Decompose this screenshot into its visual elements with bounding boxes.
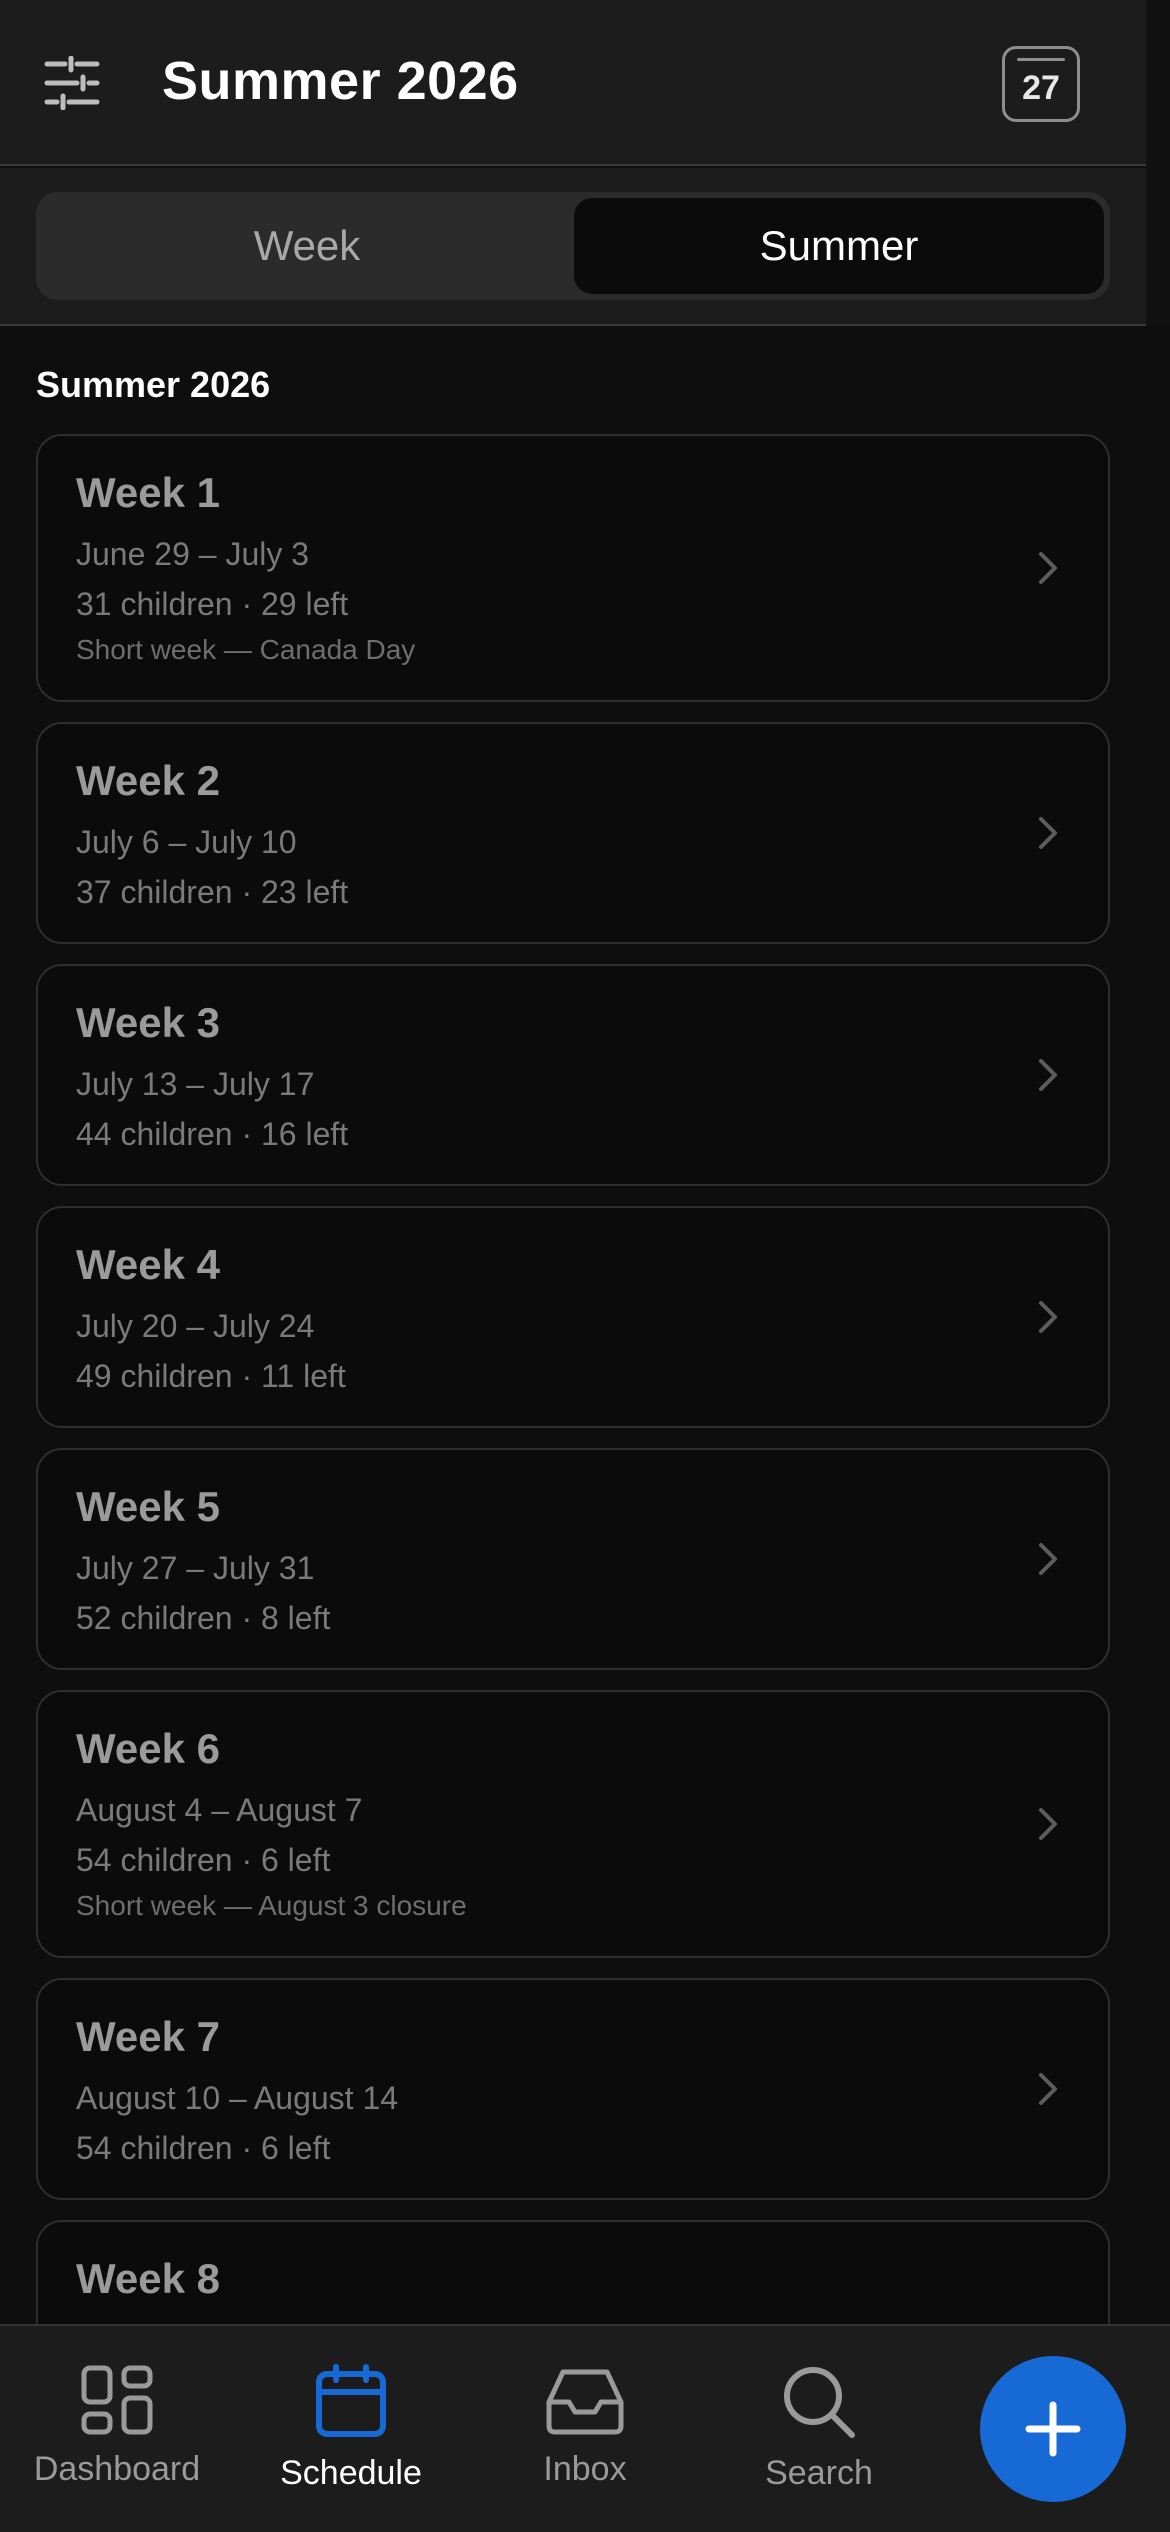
week-label: Week 5: [76, 1483, 220, 1530]
week-dates: July 6 – July 10: [76, 824, 297, 860]
week-dates: June 29 – July 3: [76, 536, 310, 572]
week-counts: 49 children · 11 left: [76, 1358, 346, 1394]
calendar-icon: [1017, 58, 1065, 61]
tab-search[interactable]: Search: [702, 2356, 936, 2506]
week-dates: August 10 – August 14: [76, 2080, 399, 2116]
week-note: Short week — August 3 closure: [76, 1890, 467, 1921]
calendar-icon: [316, 2364, 386, 2437]
week-dates: July 20 – July 24: [76, 1308, 315, 1344]
week-counts: 54 children · 6 left: [76, 1842, 331, 1878]
view-segmented-control: Week Summer: [36, 192, 1110, 300]
segment-summer[interactable]: Summer: [574, 198, 1104, 294]
chevron-right-icon: [1039, 1808, 1057, 1840]
today-date: 27: [1022, 69, 1060, 107]
week-card[interactable]: Week 3 July 13 – July 17 44 children · 1…: [36, 964, 1110, 1186]
week-label: Week 4: [76, 1241, 220, 1288]
week-counts: 54 children · 6 left: [76, 2130, 331, 2166]
week-counts: 52 children · 8 left: [76, 1600, 331, 1636]
week-label: Week 2: [76, 757, 220, 804]
tab-label: Dashboard: [33, 2450, 201, 2488]
week-label: Week 7: [76, 2013, 220, 2060]
tab-label: Search: [765, 2454, 873, 2492]
chevron-right-icon: [1039, 1301, 1057, 1333]
week-label: Week 8: [76, 2255, 220, 2302]
app-root: Summer 2026 27 Week Summer Summer 2026 W…: [0, 0, 1170, 2532]
week-dates: July 13 – July 17: [76, 1066, 315, 1102]
week-list: Week 1 June 29 – July 3 31 children · 29…: [36, 434, 1110, 2324]
sliders-icon: [44, 55, 100, 111]
week-label: Week 6: [76, 1725, 220, 1772]
tab-label: Schedule: [280, 2454, 422, 2492]
week-label: Week 1: [76, 469, 220, 516]
week-card[interactable]: Week 5 July 27 – July 31 52 children · 8…: [36, 1448, 1110, 1670]
scroll-track: [1146, 0, 1170, 325]
week-card[interactable]: Week 7 August 10 – August 14 54 children…: [36, 1978, 1110, 2200]
tab-inbox[interactable]: Inbox: [468, 2356, 702, 2506]
week-note: Short week — Canada Day: [76, 634, 416, 665]
week-card[interactable]: Week 1 June 29 – July 3 31 children · 29…: [36, 434, 1110, 702]
week-dates: July 27 – July 31: [76, 1550, 315, 1586]
grid-icon: [81, 2365, 153, 2435]
chevron-right-icon: [1039, 1543, 1057, 1575]
chevron-right-icon: [1039, 817, 1057, 849]
page-title: Summer 2026: [162, 51, 519, 111]
search-icon: [784, 2367, 855, 2438]
tab-dashboard[interactable]: Dashboard: [0, 2356, 234, 2506]
tab-schedule[interactable]: Schedule: [234, 2356, 468, 2506]
today-button[interactable]: 27: [1002, 46, 1080, 122]
chevron-right-icon: [1039, 2073, 1057, 2105]
week-card[interactable]: Week 2 July 6 – July 10 37 children · 23…: [36, 722, 1110, 944]
week-label: Week 3: [76, 999, 220, 1046]
add-button[interactable]: [980, 2356, 1126, 2502]
top-bar: Summer 2026 27: [0, 0, 1146, 166]
week-card[interactable]: Week 6 August 4 – August 7 54 children ·…: [36, 1690, 1110, 1958]
chevron-right-icon: [1039, 1059, 1057, 1091]
week-counts: 31 children · 29 left: [76, 586, 349, 622]
chevron-right-icon: [1039, 552, 1057, 584]
filter-button[interactable]: [44, 55, 100, 111]
week-counts: 37 children · 23 left: [76, 874, 349, 910]
inbox-icon: [546, 2369, 624, 2435]
week-dates: August 4 – August 7: [76, 1792, 363, 1828]
week-counts: 44 children · 16 left: [76, 1116, 349, 1152]
segment-bar: Week Summer: [0, 168, 1146, 326]
segment-week[interactable]: Week: [42, 198, 572, 294]
week-card[interactable]: Week 4 July 20 – July 24 49 children · 1…: [36, 1206, 1110, 1428]
plus-icon: [1025, 2401, 1081, 2457]
tab-label: Inbox: [543, 2450, 627, 2488]
week-card[interactable]: Week 8: [36, 2220, 1110, 2324]
section-title: Summer 2026: [36, 364, 271, 405]
